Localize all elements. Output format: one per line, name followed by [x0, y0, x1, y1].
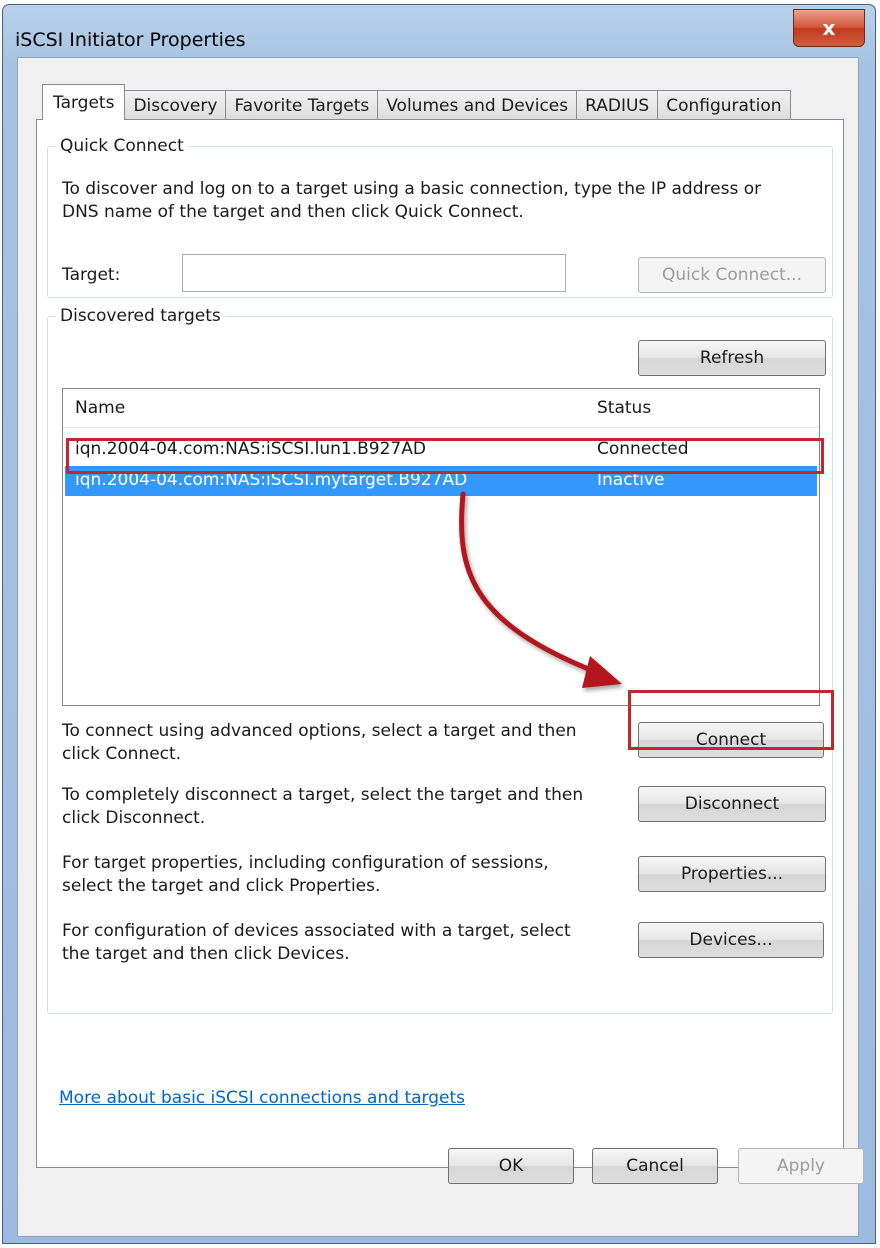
tab-targets[interactable]: Targets: [42, 84, 126, 120]
annotation-arrow: [459, 491, 622, 688]
